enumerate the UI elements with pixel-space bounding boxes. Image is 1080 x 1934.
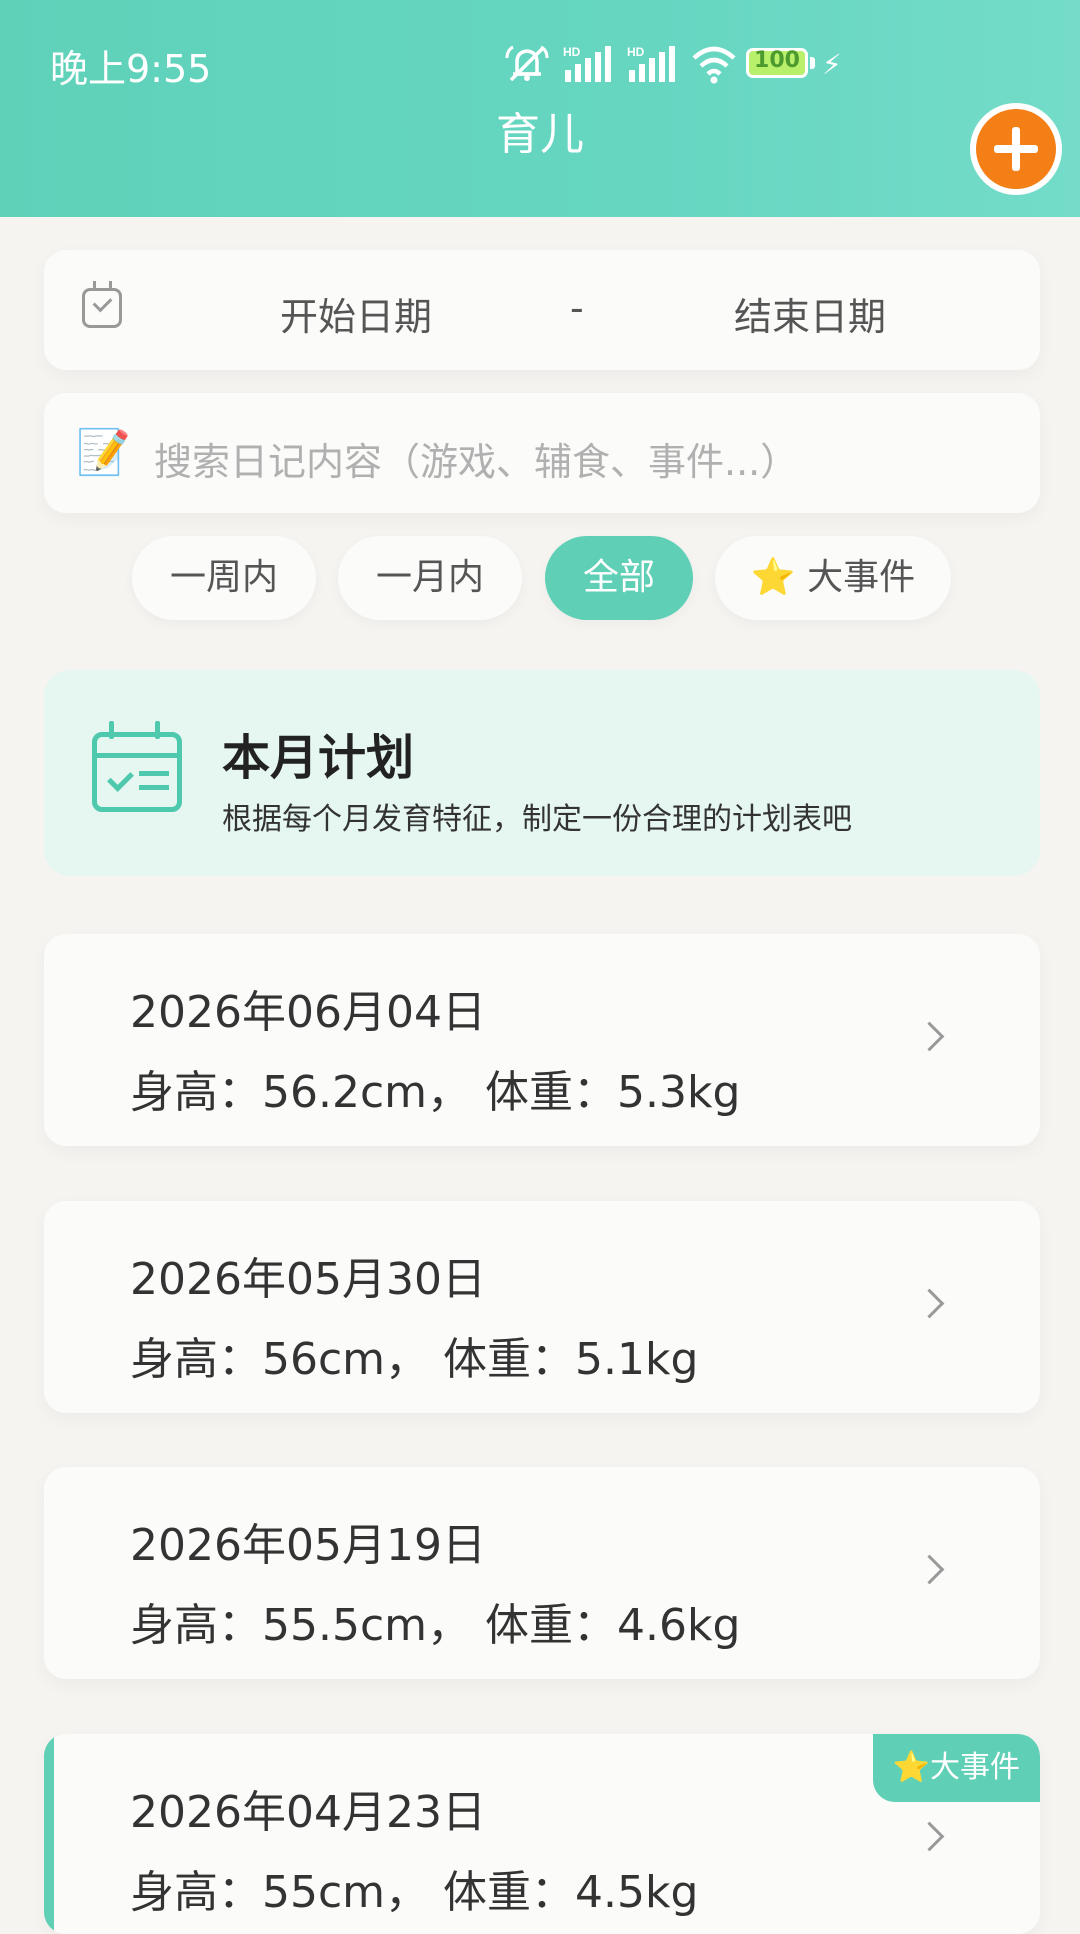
monthly-plan-banner[interactable]: 本月计划 根据每个月发育特征，制定一份合理的计划表吧 <box>44 670 1040 876</box>
add-button[interactable] <box>970 103 1062 195</box>
filter-chips: 一周内 一月内 全部 ⭐ 大事件 <box>0 536 1080 620</box>
hd-signal-icon: HD <box>563 45 611 82</box>
search-field[interactable]: 📝 搜索日记内容（游戏、辅食、事件...） <box>44 393 1040 513</box>
record-date: 2026年05月30日 <box>130 1254 486 1305</box>
record-measurement: 身高：56cm， 体重：5.1kg <box>130 1334 699 1385</box>
date-range-picker[interactable]: 开始日期 - 结束日期 <box>44 250 1040 370</box>
battery-level: 100 <box>754 48 800 73</box>
plan-subtitle: 根据每个月发育特征，制定一份合理的计划表吧 <box>222 802 852 837</box>
chevron-right-icon <box>914 1554 945 1585</box>
record-item[interactable]: 2026年05月19日 身高：55.5cm， 体重：4.6kg <box>44 1467 1040 1679</box>
record-measurement: 身高：55.5cm， 体重：4.6kg <box>130 1600 741 1651</box>
filter-major-events[interactable]: ⭐ 大事件 <box>715 536 951 620</box>
chevron-right-icon <box>914 1021 945 1052</box>
chevron-right-icon <box>914 1288 945 1319</box>
filter-all[interactable]: 全部 <box>545 536 693 620</box>
plus-icon <box>976 109 1056 189</box>
filter-month[interactable]: 一月内 <box>338 536 522 620</box>
charging-icon: ⚡ <box>822 48 842 81</box>
record-item[interactable]: 2026年06月04日 身高：56.2cm， 体重：5.3kg <box>44 934 1040 1146</box>
major-event-badge: ⭐大事件 <box>872 1734 1040 1802</box>
app-header: 晚上9:55 HD HD 100 ⚡ 育儿 <box>0 0 1080 217</box>
search-input[interactable]: 搜索日记内容（游戏、辅食、事件...） <box>154 431 798 486</box>
svg-text:HD: HD <box>627 45 645 59</box>
filter-week[interactable]: 一周内 <box>132 536 316 620</box>
svg-text:HD: HD <box>563 45 581 59</box>
plan-title: 本月计划 <box>222 730 415 786</box>
battery-icon: 100 <box>746 48 808 78</box>
record-measurement: 身高：55cm， 体重：4.5kg <box>130 1867 699 1918</box>
record-date: 2026年05月19日 <box>130 1520 486 1571</box>
start-date-field[interactable]: 开始日期 <box>280 286 432 341</box>
record-date: 2026年04月23日 <box>130 1787 486 1838</box>
page-title: 育儿 <box>496 109 584 160</box>
record-measurement: 身高：56.2cm， 体重：5.3kg <box>130 1067 741 1118</box>
record-date: 2026年06月04日 <box>130 987 486 1038</box>
wifi-icon <box>692 46 736 84</box>
record-item-major-event[interactable]: ⭐大事件 2026年04月23日 身高：55cm， 体重：4.5kg <box>44 1734 1040 1934</box>
battery-nub <box>810 57 815 69</box>
calendar-check-icon <box>82 281 122 328</box>
status-time: 晚上9:55 <box>50 47 212 91</box>
date-separator: - <box>570 286 584 330</box>
calendar-list-icon <box>92 721 182 812</box>
mute-icon <box>505 45 549 82</box>
chevron-right-icon <box>914 1821 945 1852</box>
hd-signal-icon: HD <box>627 45 675 82</box>
status-icons: HD HD <box>505 42 737 86</box>
end-date-field[interactable]: 结束日期 <box>734 286 886 341</box>
memo-icon: 📝 <box>76 427 131 478</box>
record-item[interactable]: 2026年05月30日 身高：56cm， 体重：5.1kg <box>44 1201 1040 1413</box>
major-event-accent <box>44 1734 54 1934</box>
